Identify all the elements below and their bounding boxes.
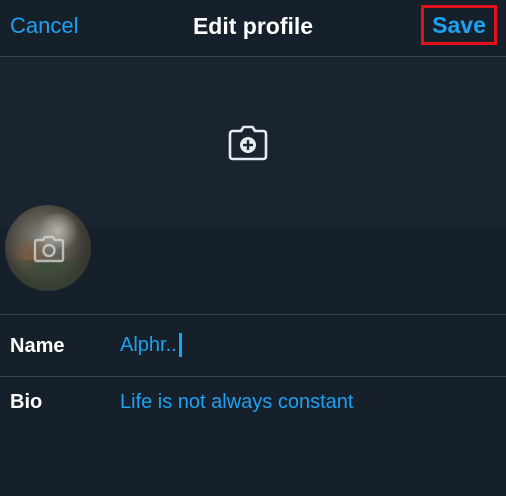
camera-plus-icon[interactable] <box>228 125 268 161</box>
save-button[interactable]: Save <box>421 5 497 45</box>
header-image-banner[interactable] <box>0 57 506 227</box>
avatar-photo-blur <box>5 260 91 291</box>
text-caret <box>178 333 182 357</box>
bio-input[interactable]: Life is not always constant <box>120 391 353 414</box>
name-input[interactable]: Alphr.. <box>120 333 182 357</box>
bio-input-value: Life is not always constant <box>120 391 354 413</box>
name-row: Name Alphr.. <box>0 314 506 377</box>
bio-row: Bio Life is not always constant <box>0 376 506 439</box>
header-bar: Cancel Edit profile Save <box>0 0 506 57</box>
cancel-button[interactable]: Cancel <box>10 12 78 40</box>
save-button-label: Save <box>432 11 486 38</box>
avatar[interactable] <box>5 205 91 291</box>
bio-label: Bio <box>10 391 43 413</box>
name-input-value: Alphr.. <box>120 333 177 356</box>
camera-icon <box>33 235 65 263</box>
name-label: Name <box>10 335 65 357</box>
